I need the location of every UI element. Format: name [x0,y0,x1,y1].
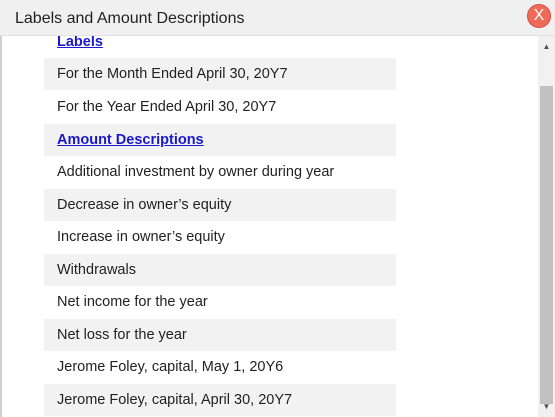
list-item-capital-april[interactable]: Jerome Foley, capital, April 30, 20Y7 [44,384,396,416]
labels-dialog: Labels and Amount Descriptions X Labels … [0,0,555,417]
vertical-scrollbar[interactable]: ▲ ▼ [538,36,555,417]
section-header-labels[interactable]: Labels [44,36,396,58]
section-header-amount-descriptions[interactable]: Amount Descriptions [44,124,396,156]
list-item-capital-may[interactable]: Jerome Foley, capital, May 1, 20Y6 [44,351,396,383]
dialog-content: Labels For the Month Ended April 30, 20Y… [0,36,538,417]
list-item-month-ended[interactable]: For the Month Ended April 30, 20Y7 [44,58,396,90]
triangle-up-icon[interactable]: ▲ [538,42,555,52]
dialog-titlebar[interactable]: Labels and Amount Descriptions X [0,0,555,36]
list-item-net-income[interactable]: Net income for the year [44,286,396,318]
list-item-increase-equity[interactable]: Increase in owner’s equity [44,221,396,253]
list-item-year-ended[interactable]: For the Year Ended April 30, 20Y7 [44,91,396,123]
list-item-decrease-equity[interactable]: Decrease in owner’s equity [44,189,396,221]
dialog-title: Labels and Amount Descriptions [15,10,245,27]
close-button[interactable]: X [527,4,551,28]
list-item-withdrawals[interactable]: Withdrawals [44,254,396,286]
scrollbar-thumb[interactable] [540,86,553,404]
list-item-additional-investment[interactable]: Additional investment by owner during ye… [44,156,396,188]
triangle-down-icon[interactable]: ▼ [538,402,555,412]
list-item-net-loss[interactable]: Net loss for the year [44,319,396,351]
